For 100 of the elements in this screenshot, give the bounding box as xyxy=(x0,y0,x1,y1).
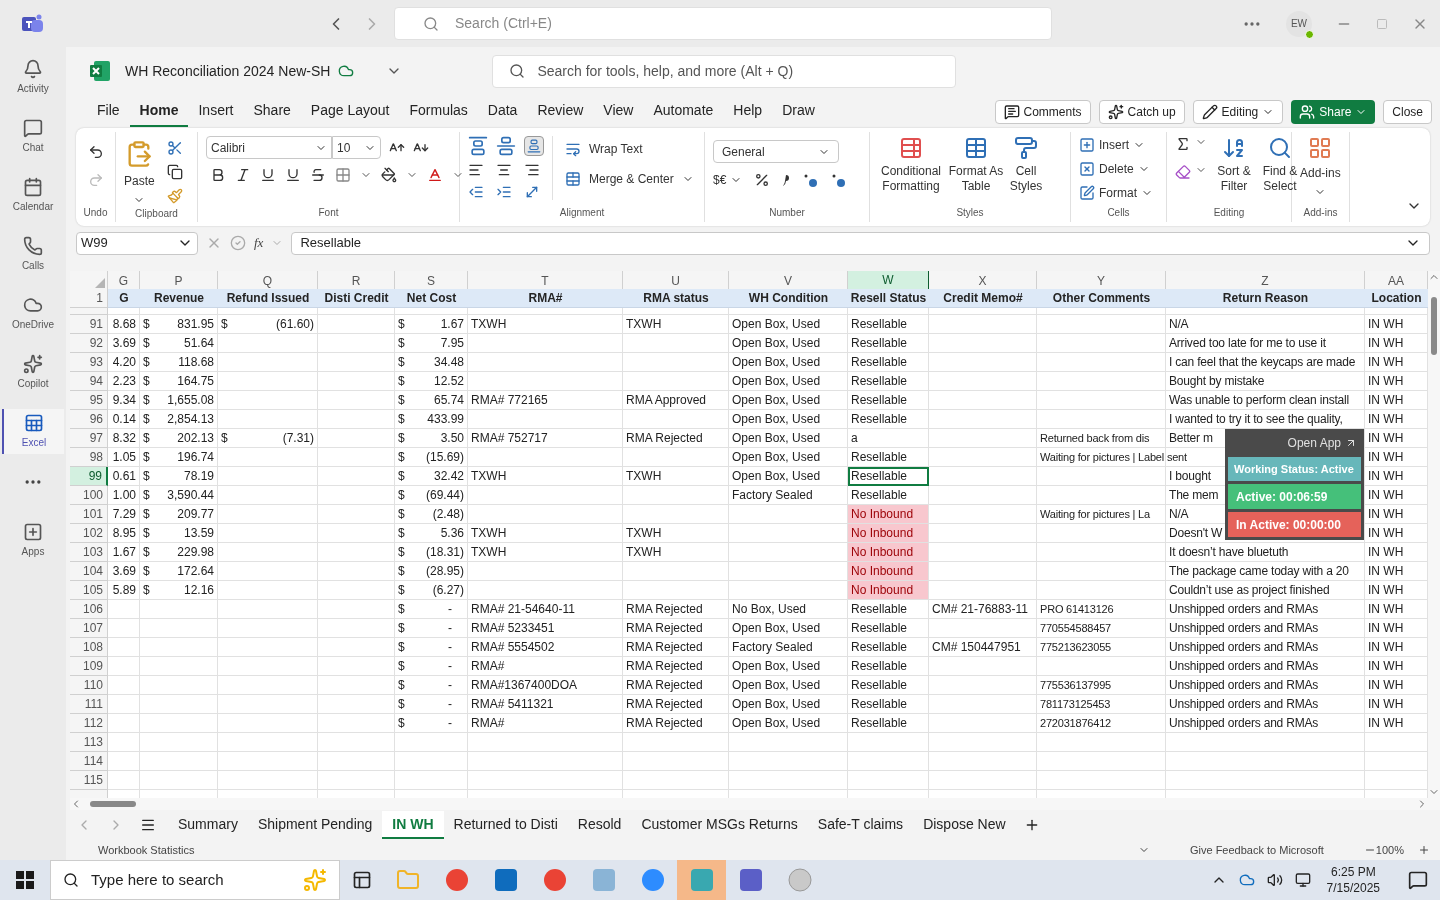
menu-tab[interactable]: Formulas xyxy=(399,96,478,127)
zoom-in-icon[interactable] xyxy=(1418,844,1430,856)
conditional-formatting-button[interactable]: Conditional Formatting xyxy=(878,136,944,194)
network-icon[interactable] xyxy=(1294,872,1311,888)
rail-item[interactable]: Excel xyxy=(2,409,64,454)
paste-button[interactable]: Paste xyxy=(124,136,155,206)
sheet-tab[interactable]: Resold xyxy=(567,811,632,839)
taskbar-search-field[interactable]: Type here to search xyxy=(50,860,340,900)
row-header[interactable]: 108 xyxy=(70,638,108,657)
row-header[interactable]: 99 xyxy=(70,467,108,486)
menu-tab[interactable]: Review xyxy=(527,96,594,127)
volume-icon[interactable] xyxy=(1266,872,1283,888)
undo-icon[interactable] xyxy=(87,144,104,160)
row-header[interactable]: 115 xyxy=(70,771,108,790)
row-header[interactable]: 98 xyxy=(70,448,108,467)
row-header[interactable]: 95 xyxy=(70,391,108,410)
name-box[interactable]: W99 xyxy=(76,231,198,255)
sum-icon[interactable] xyxy=(1175,136,1191,152)
row-header[interactable]: 105 xyxy=(70,581,108,600)
row-header[interactable]: 107 xyxy=(70,619,108,638)
row-header[interactable]: 100 xyxy=(70,486,108,505)
menu-tab[interactable]: File xyxy=(87,96,130,127)
teams-logo[interactable] xyxy=(22,13,44,34)
horizontal-scrollbar[interactable] xyxy=(70,798,1440,810)
strikethrough-icon[interactable] xyxy=(310,167,326,183)
menu-tab[interactable]: Draw xyxy=(772,96,825,127)
orientation-icon[interactable] xyxy=(524,184,540,200)
app-icon[interactable] xyxy=(444,868,469,892)
decrease-indent-icon[interactable] xyxy=(468,184,484,200)
fill-color-icon[interactable] xyxy=(381,167,397,183)
eraser-icon[interactable] xyxy=(1175,164,1191,180)
decrease-decimal-icon[interactable] xyxy=(830,172,847,188)
sheet-tab[interactable]: IN WH xyxy=(382,811,444,839)
avatar[interactable]: EW xyxy=(1286,10,1312,37)
row-header[interactable]: 104 xyxy=(70,562,108,581)
menu-tab[interactable]: Page Layout xyxy=(300,96,400,127)
menu-tab[interactable]: View xyxy=(593,96,644,127)
font-select[interactable]: Calibri xyxy=(206,136,332,159)
row-header[interactable]: 111 xyxy=(70,695,108,714)
search-field[interactable]: Search (Ctrl+E) xyxy=(394,7,1052,40)
insert-function-button[interactable]: fx xyxy=(254,233,264,253)
share-button[interactable]: Share xyxy=(1291,99,1376,124)
sheet-tab[interactable]: Safe-T claims xyxy=(807,811,914,839)
app-icon[interactable] xyxy=(640,868,665,892)
cloud-icon[interactable] xyxy=(1238,872,1255,888)
wrap-text-button[interactable]: Wrap Text xyxy=(565,140,694,158)
row-header[interactable]: 113 xyxy=(70,733,108,752)
format-as-table-button[interactable]: Format As Table xyxy=(948,136,1004,194)
row-header[interactable]: 106 xyxy=(70,600,108,619)
font-color-icon[interactable] xyxy=(427,167,443,183)
app-icon[interactable] xyxy=(493,868,518,892)
copy-icon[interactable] xyxy=(166,164,183,180)
app-icon[interactable] xyxy=(738,868,763,892)
percent-icon[interactable] xyxy=(754,172,771,188)
sheet-tab[interactable]: Summary xyxy=(168,811,248,839)
row-header[interactable]: 103 xyxy=(70,543,108,562)
row-header[interactable]: 97 xyxy=(70,429,108,448)
sort-filter-button[interactable]: Sort & Filter xyxy=(1215,136,1253,194)
double-underline-icon[interactable] xyxy=(285,167,301,183)
rail-item[interactable]: Copilot xyxy=(2,350,64,395)
row-header[interactable]: 114 xyxy=(70,752,108,771)
format-button[interactable]: Format xyxy=(1079,184,1153,202)
windows-start-icon[interactable] xyxy=(16,871,34,889)
align-bottom-icon[interactable] xyxy=(524,136,544,156)
menu-tab[interactable]: Automate xyxy=(643,96,724,127)
number-format-select[interactable]: General xyxy=(713,140,839,163)
sheet-tab[interactable]: Shipment Pending xyxy=(247,811,383,839)
scissors-icon[interactable] xyxy=(166,140,183,156)
row-header[interactable]: 109 xyxy=(70,657,108,676)
rail-item[interactable]: Calendar xyxy=(2,173,64,218)
align-center-icon[interactable] xyxy=(496,162,512,178)
rail-item[interactable]: Apps xyxy=(2,518,64,563)
borders-icon[interactable] xyxy=(335,167,351,183)
menu-tab[interactable]: Data xyxy=(477,96,528,127)
row-header[interactable]: 94 xyxy=(70,372,108,391)
column-header[interactable]: W xyxy=(848,271,929,291)
app-icon[interactable] xyxy=(542,868,567,892)
align-right-icon[interactable] xyxy=(524,162,540,178)
rail-item[interactable]: OneDrive xyxy=(2,291,64,336)
notifications-icon[interactable] xyxy=(1408,870,1428,890)
menu-tab[interactable]: Share xyxy=(243,96,301,127)
increase-decimal-icon[interactable] xyxy=(802,172,819,188)
find-select-button[interactable]: Find & Select xyxy=(1261,136,1299,194)
sheet-tab[interactable]: Dispose New xyxy=(913,811,1016,839)
vertical-scrollbar[interactable] xyxy=(1428,271,1440,798)
all-sheets-icon[interactable] xyxy=(140,817,156,833)
align-middle-icon[interactable] xyxy=(496,136,516,156)
row-header[interactable]: 112 xyxy=(70,714,108,733)
row-header[interactable]: 1 xyxy=(70,289,108,308)
row-header[interactable]: 92 xyxy=(70,334,108,353)
menu-tab[interactable]: Insert xyxy=(188,96,244,127)
delete-button[interactable]: Delete xyxy=(1079,160,1153,178)
font-size-select[interactable]: 10 xyxy=(332,136,381,159)
rail-item[interactable]: Calls xyxy=(2,232,64,277)
row-header[interactable]: 101 xyxy=(70,505,108,524)
merge-center-button[interactable]: Merge & Center xyxy=(565,170,694,188)
feedback-link[interactable]: Give Feedback to Microsoft xyxy=(1189,841,1324,859)
comments-button[interactable]: Comments xyxy=(994,99,1091,124)
row-header[interactable]: 93 xyxy=(70,353,108,372)
add-ins-button[interactable]: Add-ins xyxy=(1300,136,1341,198)
